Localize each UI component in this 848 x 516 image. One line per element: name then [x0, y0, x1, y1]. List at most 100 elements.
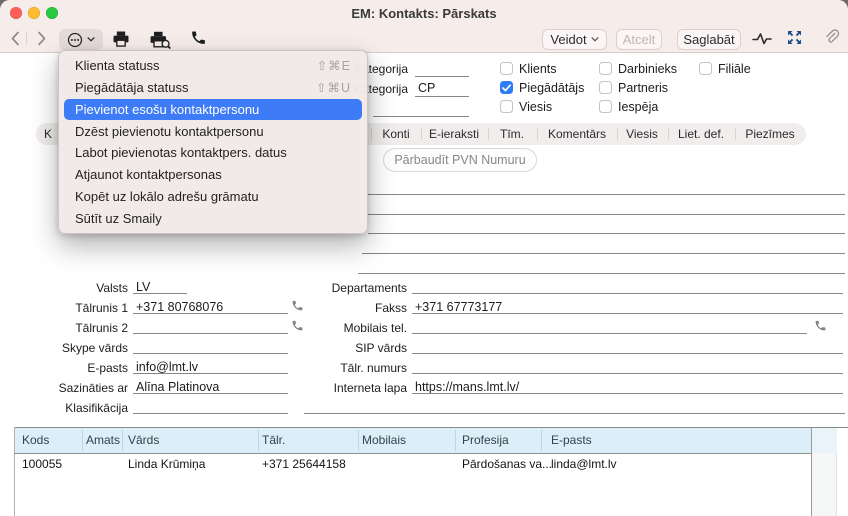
attachment-button[interactable] — [823, 29, 840, 46]
forward-button[interactable] — [31, 28, 51, 48]
tab-kontakts[interactable]: K — [44, 127, 52, 141]
save-button[interactable]: Saglabāt — [677, 29, 741, 50]
column-header-e-pasts[interactable]: E-pasts — [551, 433, 592, 447]
category-field[interactable] — [415, 76, 469, 77]
field-underline[interactable] — [412, 313, 843, 314]
column-header-profesija[interactable]: Profesija — [462, 433, 509, 447]
field-underline[interactable] — [133, 393, 288, 394]
field-label: Valsts — [13, 281, 128, 295]
titlebar-toolbar: EM: Kontakts: Pārskats — [0, 0, 848, 53]
field-value[interactable]: LV — [136, 280, 150, 294]
tab-liet-def[interactable]: Liet. def. — [678, 127, 724, 141]
menu-item-sutit-uz-smaily[interactable]: Sūtīt uz Smaily — [59, 207, 367, 229]
category-field[interactable] — [415, 96, 469, 97]
field-underline[interactable] — [133, 353, 288, 354]
save-button-label: Saglabāt — [683, 32, 734, 47]
check-vat-number-button[interactable]: Pārbaudīt PVN Numuru — [383, 148, 537, 172]
menu-item-klienta-statuss[interactable]: Klienta statuss ⇧⌘E — [59, 55, 367, 77]
column-header-vards[interactable]: Vārds — [128, 433, 159, 447]
field-underline[interactable] — [412, 293, 843, 294]
category-value[interactable]: CP — [418, 81, 435, 95]
checkbox-viesis[interactable] — [500, 100, 513, 113]
menu-item-piegadataja-statuss[interactable]: Piegādātāja statuss ⇧⌘U — [59, 77, 367, 99]
tab-komentars[interactable]: Komentārs — [548, 127, 606, 141]
checkbox-iespeja[interactable] — [599, 100, 612, 113]
menu-item-label: Klienta statuss — [75, 58, 160, 73]
checkbox-klients[interactable] — [500, 62, 513, 75]
field-underline[interactable] — [133, 333, 288, 334]
field-value[interactable]: +371 80768076 — [136, 300, 223, 314]
field-underline[interactable] — [412, 393, 843, 394]
cell-kods[interactable]: 100055 — [22, 457, 62, 471]
field-underline[interactable] — [412, 353, 843, 354]
field-underline[interactable] — [304, 413, 845, 414]
checkbox-label: Iespēja — [618, 100, 658, 114]
back-icon — [11, 31, 20, 46]
field-underline[interactable] — [133, 313, 288, 314]
activity-button[interactable] — [752, 31, 772, 46]
print-button[interactable] — [111, 29, 131, 49]
field-value[interactable]: +371 67773177 — [415, 300, 502, 314]
operations-menu-button[interactable] — [59, 29, 103, 50]
menu-item-dzest-pievienotu-kontaktpersonu[interactable]: Dzēst pievienotu kontaktpersonu — [59, 120, 367, 142]
menu-item-pievienot-esosu-kontaktpersonu[interactable]: Pievienot esošu kontaktpersonu — [64, 99, 362, 121]
checkbox-partneris[interactable] — [599, 81, 612, 94]
tab-tim[interactable]: Tīm. — [500, 127, 524, 141]
back-button[interactable] — [5, 28, 25, 48]
checkbox-piegadatajs[interactable] — [500, 81, 513, 94]
cell-vards[interactable]: Linda Krūmiņa — [128, 457, 205, 471]
field-label: Skype vārds — [13, 341, 128, 355]
checkbox-filiale[interactable] — [699, 62, 712, 75]
expand-button[interactable] — [786, 29, 803, 46]
menu-item-kopet-uz-lokalo-adresu-gramatu[interactable]: Kopēt uz lokālo adrešu grāmatu — [59, 186, 367, 208]
field-value[interactable]: Alīna Platinova — [136, 380, 219, 394]
column-header-kods[interactable]: Kods — [22, 433, 49, 447]
field-label: Klasifikācija — [13, 401, 128, 415]
table-scrollbar-header — [812, 428, 837, 453]
checkbox-label: Piegādātājs — [519, 81, 584, 95]
menu-item-atjaunot-kontaktpersonas[interactable]: Atjaunot kontaktpersonas — [59, 164, 367, 186]
tab-e-ieraksti[interactable]: E-ieraksti — [429, 127, 479, 141]
field-underline[interactable] — [133, 293, 187, 294]
column-header-amats[interactable]: Amats — [86, 433, 120, 447]
chevron-down-icon — [591, 37, 599, 42]
column-separator — [258, 430, 259, 451]
column-header-mobilais[interactable]: Mobilais — [362, 433, 406, 447]
tab-piezimes[interactable]: Piezīmes — [745, 127, 794, 141]
address-field[interactable] — [368, 214, 845, 215]
address-field[interactable] — [368, 233, 845, 234]
menu-item-labot-pievienotas-kontaktpers-datus[interactable]: Labot pievienotas kontaktpers. datus — [59, 142, 367, 164]
field-underline[interactable] — [133, 413, 288, 414]
cell-talr[interactable]: +371 25644158 — [262, 457, 346, 471]
tab-separator — [371, 128, 372, 140]
paperclip-icon — [823, 29, 840, 46]
phone-icon[interactable] — [814, 319, 827, 337]
address-field[interactable] — [362, 253, 845, 254]
field-label: E-pasts — [13, 361, 128, 375]
tab-konti[interactable]: Konti — [382, 127, 409, 141]
cell-profesija[interactable]: Pārdošanas va... — [462, 457, 552, 471]
checkbox-darbinieks[interactable] — [599, 62, 612, 75]
menu-item-label: Dzēst pievienotu kontaktpersonu — [75, 124, 264, 139]
cell-e-pasts[interactable]: linda@lmt.lv — [551, 457, 617, 471]
field-underline[interactable] — [133, 373, 288, 374]
cancel-button[interactable]: Atcelt — [616, 29, 662, 50]
field-value[interactable]: info@lmt.lv — [136, 360, 198, 374]
dial-phone-button[interactable] — [190, 29, 207, 46]
field-label: Mobilais tel. — [287, 321, 407, 335]
column-header-talr[interactable]: Tālr. — [262, 433, 285, 447]
column-separator — [541, 430, 542, 451]
menu-item-label: Pievienot esošu kontaktpersonu — [75, 102, 259, 117]
field-underline[interactable] — [412, 333, 807, 334]
address-field[interactable] — [358, 273, 845, 274]
field-underline[interactable] — [412, 373, 843, 374]
print-preview-button[interactable] — [148, 29, 172, 50]
field-value[interactable]: https://mans.lmt.lv/ — [415, 380, 519, 394]
category-field[interactable] — [373, 116, 469, 117]
field-label: Tālrunis 2 — [13, 321, 128, 335]
create-button[interactable]: Veidot — [542, 29, 607, 50]
address-field[interactable] — [368, 194, 845, 195]
print-preview-icon — [148, 29, 172, 50]
tab-viesis[interactable]: Viesis — [626, 127, 658, 141]
activity-icon — [752, 31, 772, 46]
